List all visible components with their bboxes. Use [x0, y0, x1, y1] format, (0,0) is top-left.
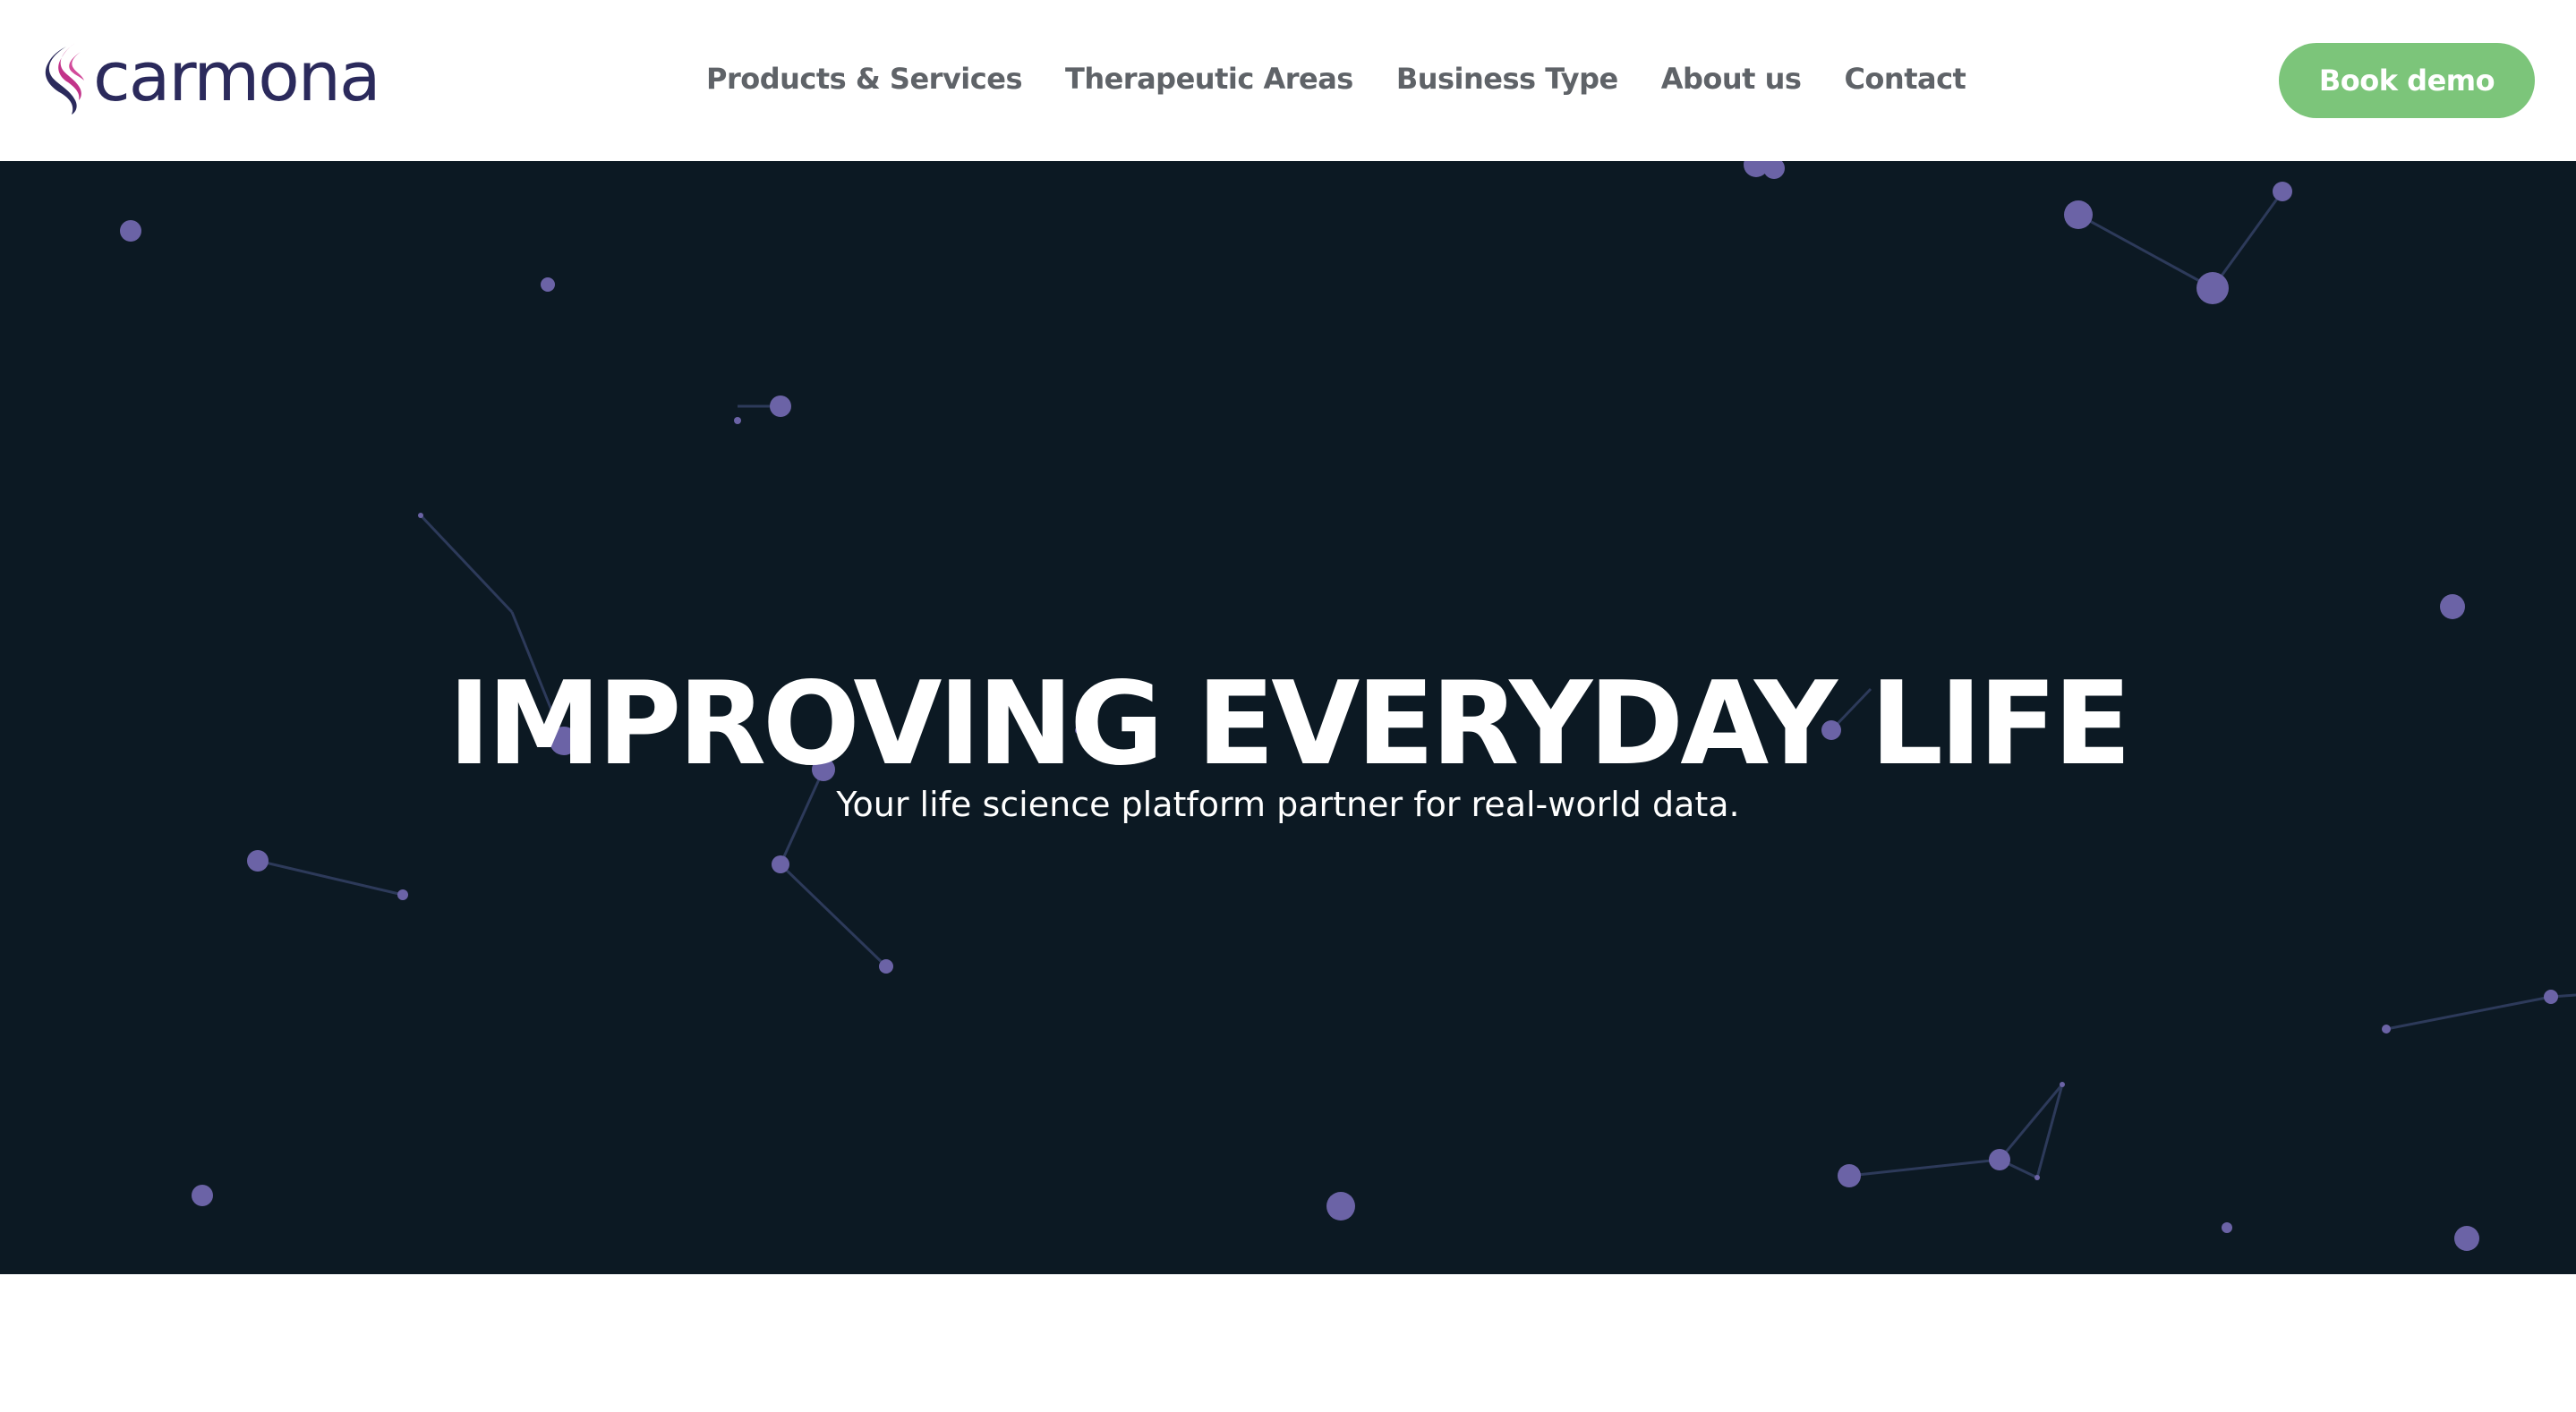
site-header: carmona Products & Services Therapeutic …	[0, 0, 2576, 161]
nav-item-contact[interactable]: Contact	[1844, 62, 1966, 96]
hero-section: IMPROVING EVERYDAY LIFE Your life scienc…	[0, 161, 2576, 1274]
nav-item-business-type[interactable]: Business Type	[1396, 62, 1618, 96]
book-demo-button[interactable]: Book demo	[2279, 43, 2535, 118]
nav-item-about-us[interactable]: About us	[1661, 62, 1802, 96]
carmona-logo[interactable]: carmona	[39, 34, 381, 123]
page-below-hero	[0, 1274, 2576, 1412]
nav-item-products-services[interactable]: Products & Services	[706, 62, 1022, 96]
carmona-flame-logo-icon	[45, 43, 84, 115]
main-nav: Products & Services Therapeutic Areas Bu…	[706, 55, 1966, 102]
logo-wordmark: carmona	[93, 37, 381, 116]
hero-subtitle: Your life science platform partner for r…	[836, 785, 1740, 824]
hero-title: IMPROVING EVERYDAY LIFE	[448, 657, 2132, 791]
nav-item-therapeutic-areas[interactable]: Therapeutic Areas	[1065, 62, 1353, 96]
